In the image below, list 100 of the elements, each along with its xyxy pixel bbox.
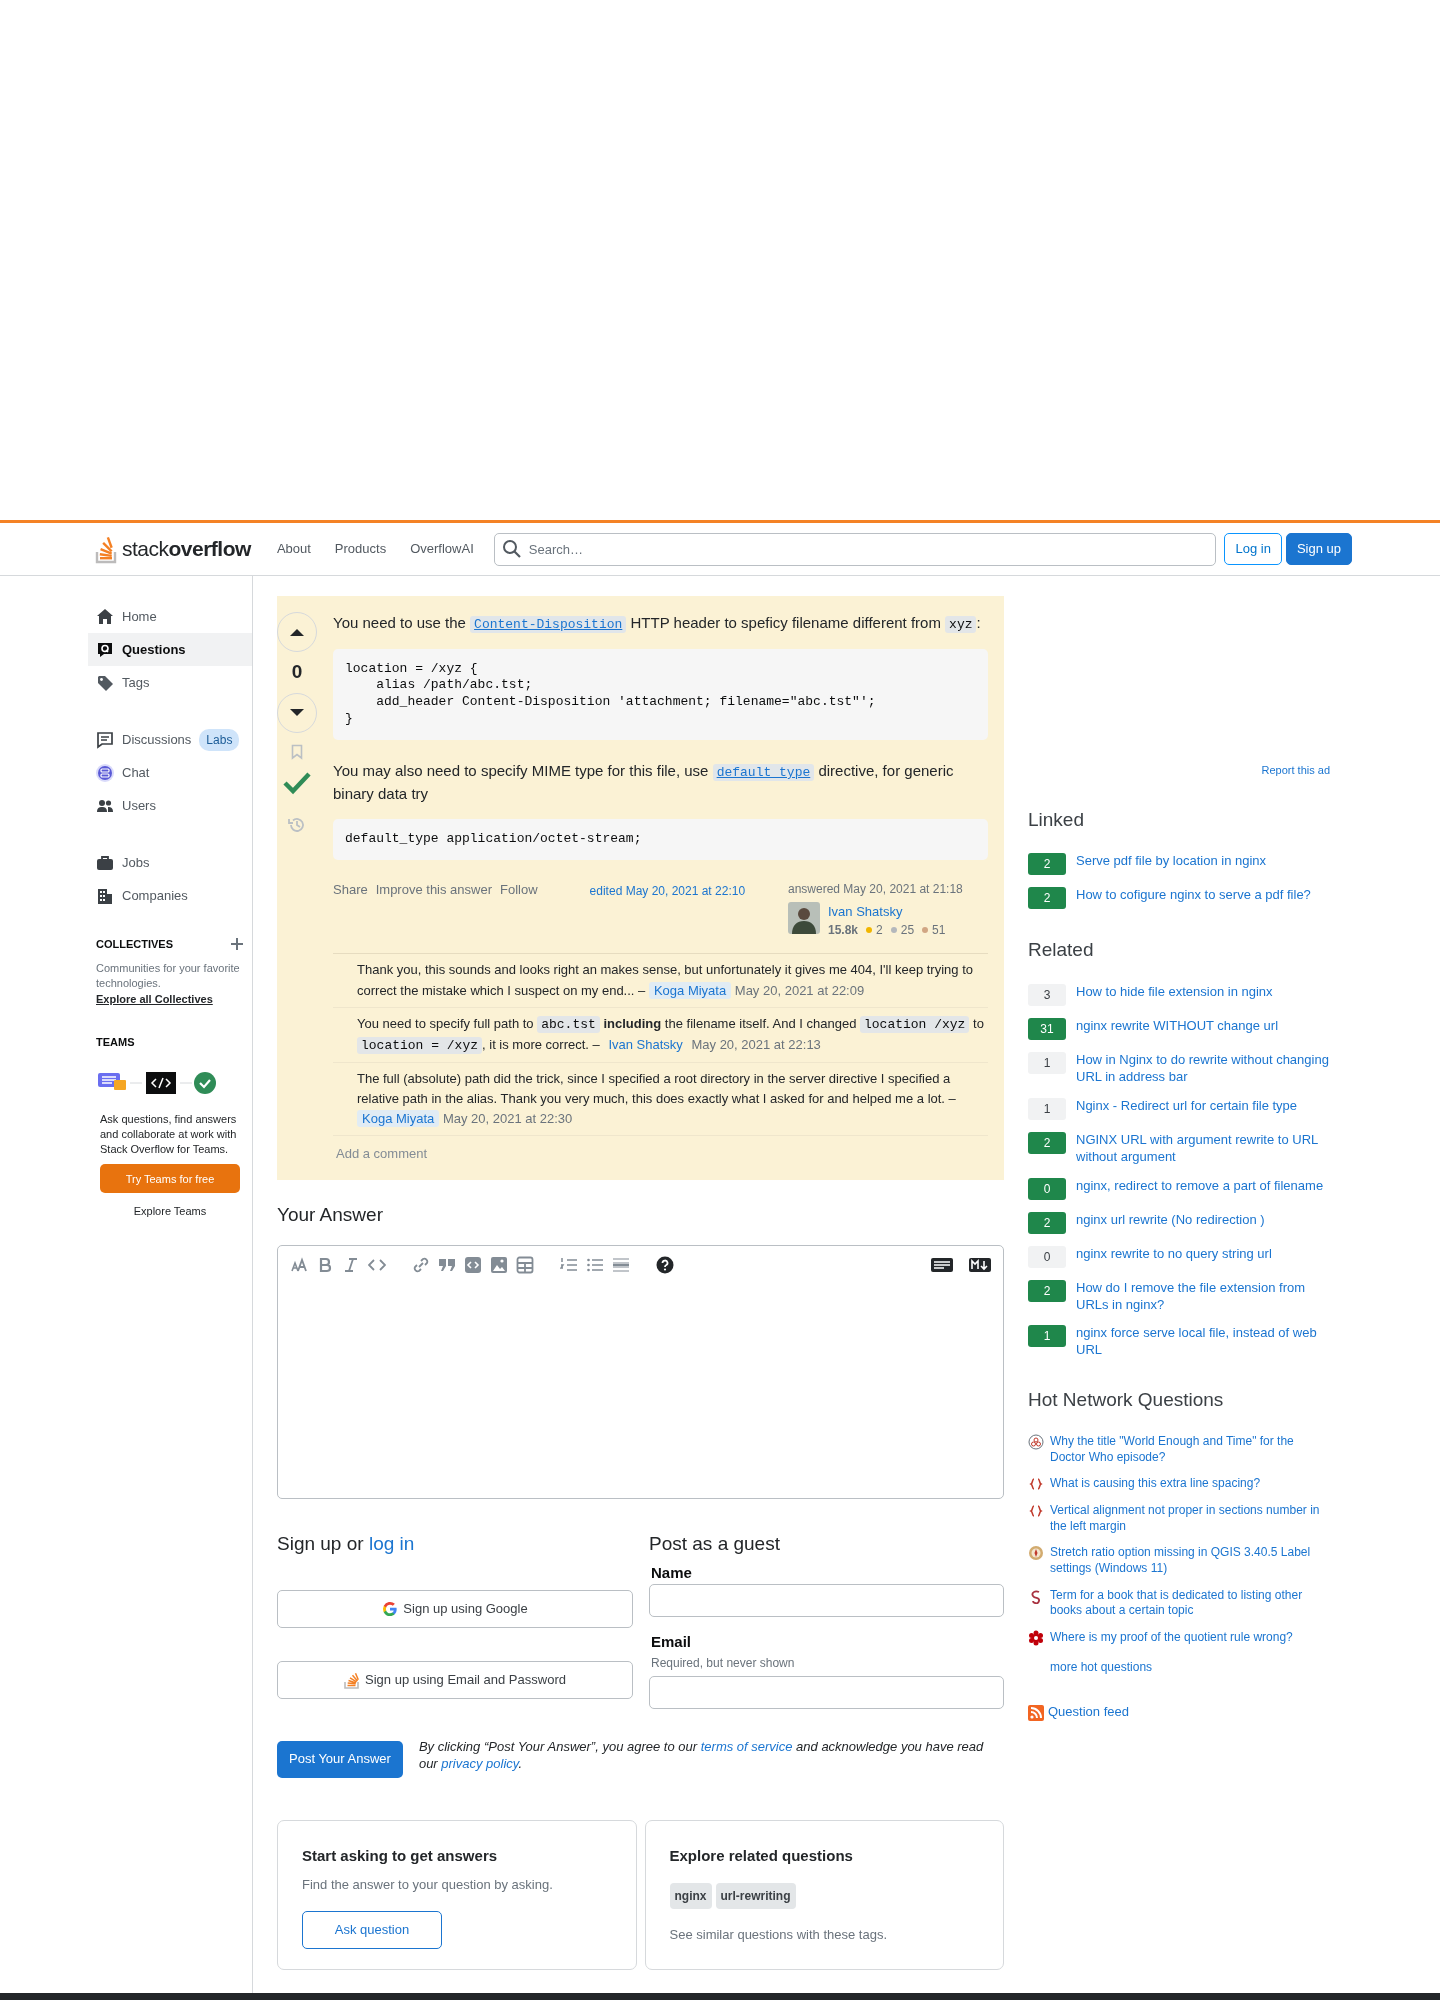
log-in-link[interactable]: log in [368, 1532, 415, 1554]
nav-link[interactable]: OverflowAI [398, 533, 486, 565]
field-label: Name [651, 1562, 693, 1583]
hot-question-link[interactable]: Why the title "World Enough and Time" for the Doctor Who episode? [1050, 1434, 1330, 1466]
question-feed-link[interactable]: Question feed [1048, 1704, 1129, 1722]
add-comment-link[interactable]: Add a comment [333, 1136, 431, 1172]
sidebar-item[interactable]: Tags [88, 666, 252, 699]
post-menu-link[interactable]: Follow [500, 879, 538, 900]
hot-question-link[interactable]: Vertical alignment not proper in sections number in the left margin [1050, 1503, 1330, 1535]
sidebar-item[interactable]: Companies [88, 879, 252, 912]
sidebar-item[interactable]: Jobs [88, 846, 252, 879]
plus-icon[interactable] [230, 937, 244, 952]
edited-link[interactable]: edited May 20, 2021 at 22:10 [589, 881, 746, 900]
hot-question-link[interactable]: Where is my proof of the quotient rule wrong? [1050, 1629, 1293, 1646]
question-link[interactable]: nginx force serve local file, instead of web URL [1076, 1325, 1330, 1360]
sidebar-item[interactable]: Home [88, 600, 252, 633]
sidebar-item[interactable]: Chat [88, 756, 252, 789]
user-name-link[interactable]: Ivan Shatsky [828, 901, 950, 922]
question-link[interactable]: Nginx - Redirect url for certain file type [1076, 1097, 1298, 1115]
question-link[interactable]: How to hide file extension in nginx [1076, 984, 1273, 1001]
score-box: 3 [1028, 984, 1066, 1007]
section-heading: COLLECTIVES [95, 937, 174, 952]
score-box: 0 [1028, 1177, 1066, 1200]
question-link[interactable]: How do I remove the file extension from URLs in nginx? [1076, 1279, 1330, 1314]
markdown-icon[interactable] [969, 1257, 991, 1272]
link[interactable]: terms of service [700, 1738, 793, 1754]
chat-icon [96, 763, 114, 782]
explore-collectives-link[interactable]: Explore all Collectives [96, 993, 213, 1006]
horizontal-rule-icon[interactable] [612, 1255, 630, 1274]
caret-down-icon [289, 707, 305, 718]
italic-icon[interactable] [342, 1255, 360, 1274]
card-title: Explore related questions [669, 1845, 854, 1866]
code-link[interactable]: default_type [712, 764, 815, 782]
score-box: 1 [1028, 1097, 1066, 1120]
input-field[interactable] [649, 1675, 1004, 1709]
question-link[interactable]: How in Nginx to do rewrite without changing URL in address bar [1076, 1052, 1330, 1086]
link[interactable]: privacy policy [441, 1756, 519, 1772]
report-ad-link[interactable]: Report this ad [1028, 762, 1330, 779]
score-box: 31 [1028, 1018, 1066, 1041]
reputation-score: 15.8k [828, 922, 859, 940]
question-link[interactable]: How to cofigure nginx to serve a pdf file? [1076, 887, 1311, 905]
question-link[interactable]: nginx rewrite to no query string url [1076, 1245, 1272, 1263]
beta-tag: Labs [199, 728, 240, 751]
tag[interactable]: nginx [669, 1883, 712, 1910]
card-title: Start asking to get answers [302, 1845, 499, 1866]
score-box: 2 [1028, 853, 1066, 876]
comment-author-link[interactable]: Koga Miyata [357, 1110, 440, 1128]
nav-link[interactable]: Products [322, 533, 399, 565]
answer-paragraph: You need to use the Content-Disposition HTTP header to speficy filename different from xyz : [333, 613, 982, 635]
preview-toggle-icon[interactable] [931, 1257, 953, 1272]
code-block: default_type application/octet-stream; [333, 819, 988, 860]
log-in-button[interactable]: Log in [1224, 532, 1282, 566]
table-icon[interactable] [516, 1255, 534, 1274]
google-icon [382, 1600, 399, 1617]
hot-question-link[interactable]: Stretch ratio option missing in QGIS 3.40.5 Label settings (Windows 11) [1050, 1545, 1330, 1577]
hot-question-link[interactable]: What is causing this extra line spacing? [1050, 1476, 1261, 1492]
numbered-list-icon[interactable] [560, 1255, 578, 1274]
post-menu-link[interactable]: Improve this answer [375, 879, 493, 900]
search-field[interactable]: Search… [493, 532, 1217, 566]
more-hot-questions-link[interactable]: more hot questions [1050, 1659, 1153, 1676]
comment-author-link[interactable]: Ivan Shatsky [603, 1035, 688, 1053]
score-box: 2 [1028, 1279, 1066, 1302]
hot-question-link[interactable]: Term for a book that is dedicated to listing other books about a certain topic [1050, 1587, 1330, 1619]
ask-question-button[interactable]: Ask question [302, 1910, 442, 1949]
badge-count: 25 [900, 922, 915, 940]
home-icon [96, 607, 114, 626]
card-text: See similar questions with these tags. [669, 1926, 888, 1945]
compass-icon [1028, 1545, 1044, 1562]
post-answer-button[interactable]: Post Your Answer [277, 1740, 403, 1778]
image-icon[interactable] [490, 1255, 508, 1274]
comment-author-link[interactable]: Koga Miyata [648, 981, 732, 999]
sidebar-item[interactable]: Users [88, 789, 252, 822]
sign-up-button[interactable]: Sign up [1285, 532, 1352, 566]
question-link[interactable]: Serve pdf file by location in nginx [1076, 853, 1267, 871]
post-menu-link[interactable]: Share [333, 879, 368, 900]
nav-link[interactable]: About [264, 533, 323, 565]
sign-up-button[interactable]: Sign up using Email and Password [277, 1660, 633, 1699]
explore-teams-link[interactable]: Explore Teams [133, 1205, 207, 1218]
badge-count: 51 [932, 922, 946, 940]
input-field[interactable] [649, 1584, 1004, 1618]
question-link[interactable]: nginx, redirect to remove a part of filename [1076, 1177, 1324, 1195]
vote-count: 0 [291, 660, 303, 684]
building-icon [96, 886, 114, 905]
question-link[interactable]: nginx url rewrite (No redirection ) [1076, 1211, 1265, 1229]
sidebar-item[interactable]: Discussions Labs [88, 723, 252, 756]
answered-time: answered May 20, 2021 at 21:18 [788, 880, 964, 898]
code-block-icon[interactable] [464, 1255, 482, 1274]
sign-up-button[interactable]: Sign up using Google [277, 1589, 633, 1628]
score-box: 2 [1028, 1131, 1066, 1154]
try-teams-button[interactable]: Try Teams for free [100, 1164, 240, 1194]
help-icon[interactable] [656, 1255, 674, 1274]
section-heading: Sign up or log in [277, 1532, 416, 1556]
tag[interactable]: url-rewriting [715, 1883, 796, 1910]
link-icon[interactable] [412, 1255, 430, 1274]
sidebar-item[interactable]: Questions [88, 633, 252, 666]
question-link[interactable]: NGINX URL with argument rewrite to URL without argument [1076, 1131, 1330, 1166]
question-link[interactable]: nginx rewrite WITHOUT change url [1076, 1018, 1279, 1035]
questions-icon [96, 640, 114, 659]
logo[interactable]: stackoverflow [88, 533, 257, 565]
code-link[interactable]: Content-Disposition [470, 616, 627, 633]
